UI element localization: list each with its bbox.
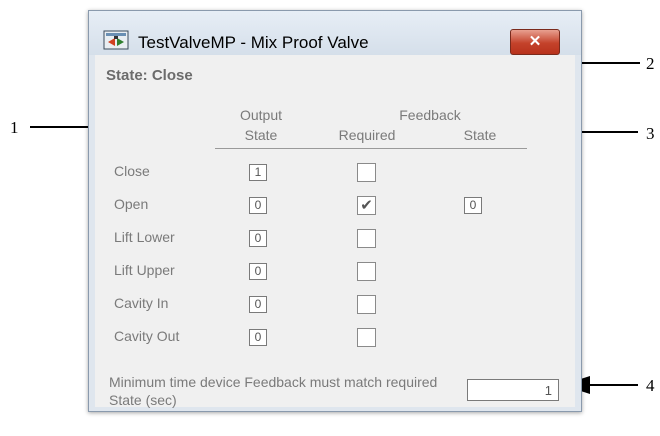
- required-checkbox-cavity-in[interactable]: [357, 295, 376, 314]
- row-label-cavity-in: Cavity In: [114, 295, 169, 311]
- callout-1: 1: [10, 118, 19, 137]
- dialog-content: State: Close Output State Feedback Requi…: [95, 55, 575, 408]
- required-checkbox-lift-upper[interactable]: [357, 262, 376, 281]
- output-state-lift-upper: 0: [249, 263, 267, 280]
- row-label-close: Close: [114, 163, 150, 179]
- header-output-2: State: [244, 127, 278, 143]
- title-bar[interactable]: TestValveMP - Mix Proof Valve ✕: [89, 11, 581, 55]
- row-label-lift-lower: Lift Lower: [114, 229, 175, 245]
- output-state-cavity-in: 0: [249, 296, 267, 313]
- close-button[interactable]: ✕: [510, 29, 560, 55]
- callout-4: 4: [646, 376, 655, 395]
- row-label-lift-upper: Lift Upper: [114, 262, 175, 278]
- header-divider: [215, 148, 527, 149]
- output-state-close: 1: [249, 164, 267, 181]
- callout-4-line: [588, 384, 638, 386]
- state-title: State: Close: [106, 67, 193, 84]
- min-time-label: Minimum time device Feedback must match …: [109, 374, 438, 408]
- output-state-lift-lower: 0: [249, 230, 267, 247]
- feedback-state-open: 0: [464, 197, 482, 214]
- dialog-window: TestValveMP - Mix Proof Valve ✕ State: C…: [88, 10, 582, 412]
- header-output-1: Output: [239, 107, 283, 123]
- row-label-cavity-out: Cavity Out: [114, 328, 180, 344]
- min-time-input[interactable]: 1: [467, 379, 559, 401]
- output-state-cavity-out: 0: [249, 329, 267, 346]
- header-state: State: [463, 127, 497, 143]
- required-checkbox-open[interactable]: ✔: [357, 196, 376, 215]
- required-checkbox-cavity-out[interactable]: [357, 328, 376, 347]
- header-feedback: Feedback: [399, 107, 461, 123]
- window-title: TestValveMP - Mix Proof Valve: [138, 33, 369, 52]
- required-checkbox-lift-lower[interactable]: [357, 229, 376, 248]
- header-required: Required: [338, 127, 396, 143]
- row-label-open: Open: [114, 196, 149, 212]
- valve-app-icon: [103, 30, 129, 50]
- output-state-open: 0: [249, 197, 267, 214]
- callout-3: 3: [646, 124, 655, 143]
- required-checkbox-close[interactable]: [357, 163, 376, 182]
- callout-2: 2: [646, 54, 655, 73]
